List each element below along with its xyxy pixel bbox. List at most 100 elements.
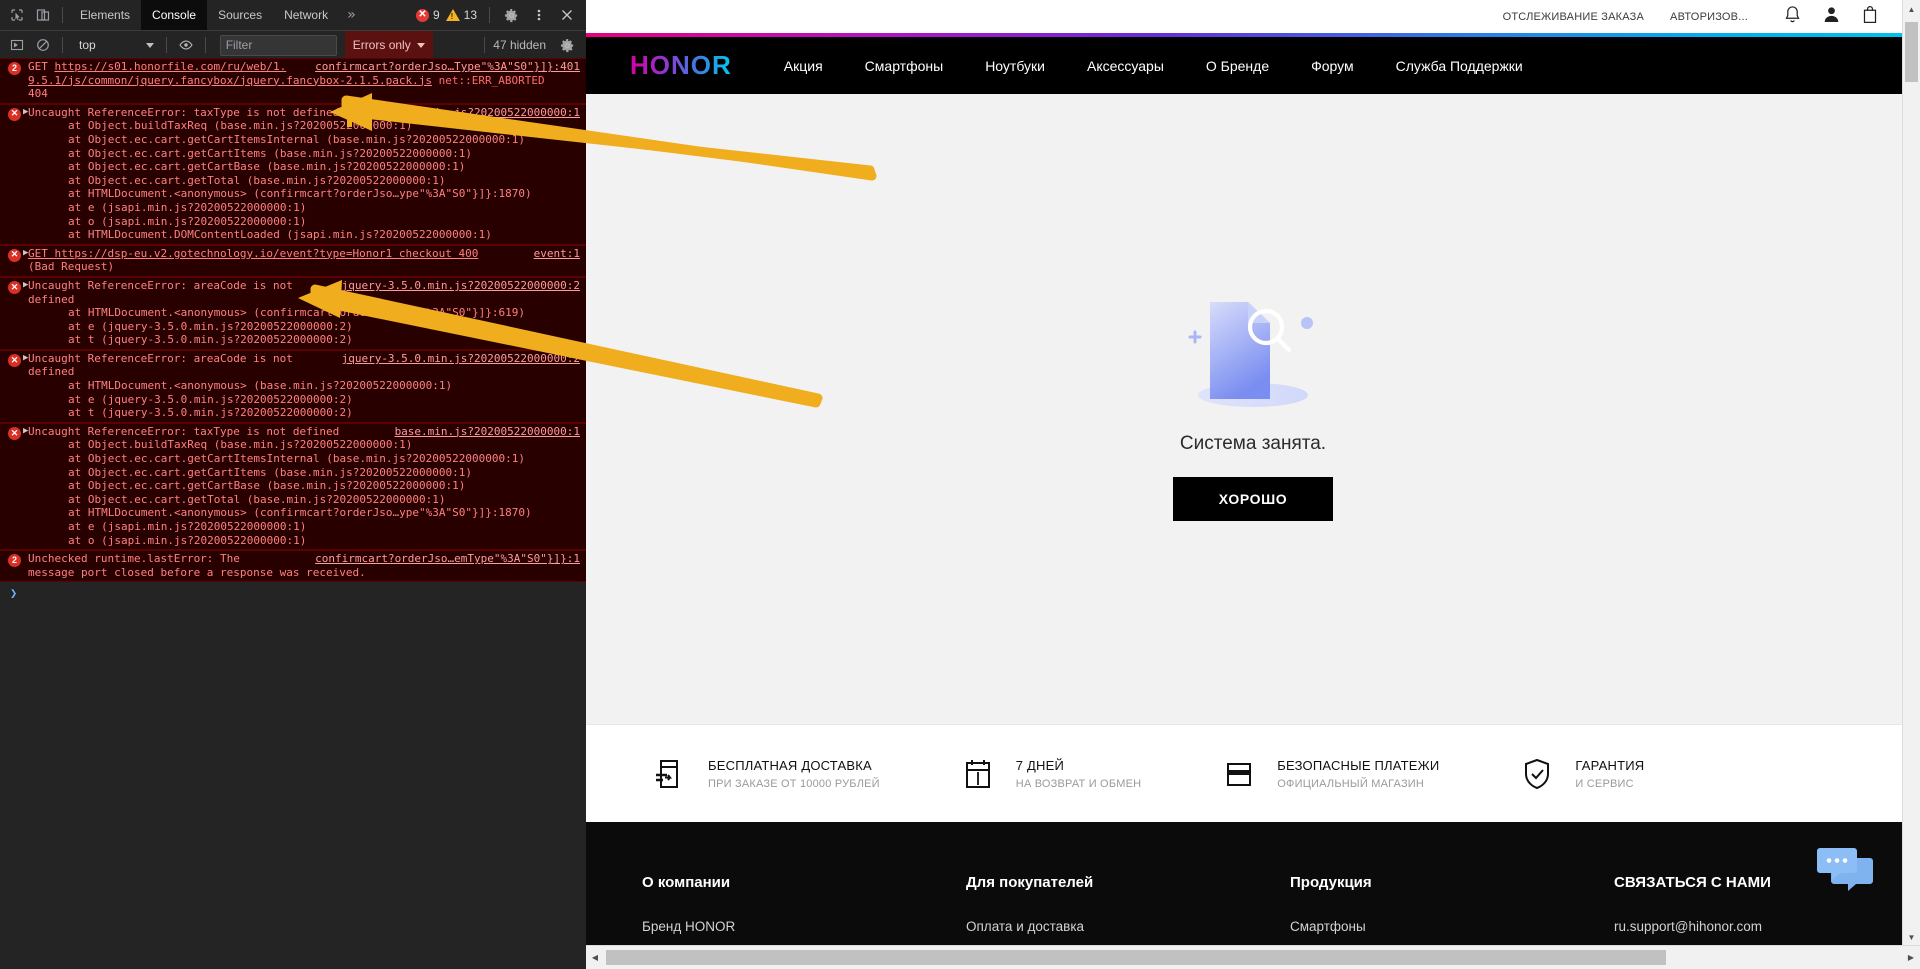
- filter-divider: [62, 37, 63, 53]
- live-expression-icon[interactable]: [173, 32, 199, 58]
- more-options-icon[interactable]: [526, 2, 552, 28]
- tab-network[interactable]: Network: [273, 0, 339, 30]
- device-toolbar-icon[interactable]: [30, 2, 56, 28]
- stack-frame[interactable]: at o (jsapi.min.js?20200522000000:1): [68, 215, 580, 229]
- console-message[interactable]: ✕ ▶ Uncaught ReferenceError: areaCode is…: [0, 276, 586, 350]
- console-message[interactable]: 2 Unchecked runtime.lastError: The confi…: [0, 550, 586, 583]
- console-message-url-cont[interactable]: 9.5.1/js/common/jquery.fancybox/jquery.f…: [28, 74, 432, 87]
- inspect-element-icon[interactable]: [4, 2, 30, 28]
- stack-frame[interactable]: at Object.ec.cart.getCartBase (base.min.…: [68, 160, 580, 174]
- order-tracking-link[interactable]: ОТСЛЕЖИВАНИЕ ЗАКАЗА: [1503, 11, 1644, 23]
- stack-frame[interactable]: at HTMLDocument.DOMContentLoaded (jsapi.…: [68, 228, 580, 242]
- tab-console[interactable]: Console: [141, 0, 208, 30]
- stack-frame[interactable]: at Object.ec.cart.getCartItems (base.min…: [68, 466, 580, 480]
- stack-frame[interactable]: at e (jquery-3.5.0.min.js?20200522000000…: [68, 320, 580, 334]
- tab-sources[interactable]: Sources: [207, 0, 273, 30]
- nav-item-smartphones[interactable]: Смартфоны: [865, 58, 944, 74]
- console-message[interactable]: ✕ ▶ Uncaught ReferenceError: areaCode is…: [0, 349, 586, 423]
- bag-icon[interactable]: [1862, 5, 1878, 29]
- error-icon: ✕: [8, 280, 21, 294]
- filter-divider-4: [484, 37, 486, 53]
- devtools-toolbar-right: ✕ 9 13: [415, 2, 586, 28]
- console-message[interactable]: ✕ ▶ Uncaught ReferenceError: taxType is …: [0, 422, 586, 551]
- expand-arrow-icon[interactable]: ▶: [23, 425, 28, 439]
- user-icon[interactable]: [1823, 5, 1840, 29]
- error-count-badge[interactable]: ✕ 9: [415, 8, 440, 22]
- console-context-selector[interactable]: top: [69, 38, 160, 52]
- stack-frame[interactable]: at Object.ec.cart.getCartBase (base.min.…: [68, 479, 580, 493]
- benefit-title: БЕЗОПАСНЫЕ ПЛАТЕЖИ: [1277, 757, 1440, 773]
- console-source-link[interactable]: jquery-3.5.0.min.js?20200522000000:2: [328, 352, 580, 366]
- gear-icon[interactable]: [498, 2, 524, 28]
- footer-link[interactable]: Бренд HONOR: [642, 919, 966, 934]
- expand-arrow-icon[interactable]: ▶: [23, 247, 28, 261]
- stack-frame[interactable]: at e (jquery-3.5.0.min.js?20200522000000…: [68, 393, 580, 407]
- console-settings-gear-icon[interactable]: [554, 32, 580, 58]
- stack-frame[interactable]: at HTMLDocument.<anonymous> (confirmcart…: [68, 306, 580, 320]
- console-prompt[interactable]: ❯: [0, 582, 586, 605]
- console-message-url[interactable]: https://s01.honorfile.com/ru/web/1.: [55, 60, 287, 73]
- footer-heading: Для покупателей: [966, 874, 1094, 891]
- clear-console-icon[interactable]: [30, 32, 56, 58]
- console-message[interactable]: ✕ ▶ Uncaught ReferenceError: taxType is …: [0, 103, 586, 245]
- console-log-area[interactable]: 2 GET https://s01.honorfile.com/ru/web/1…: [0, 58, 586, 969]
- ok-button[interactable]: ХОРОШО: [1173, 477, 1333, 521]
- stack-frame[interactable]: at Object.ec.cart.getCartItems (base.min…: [68, 147, 580, 161]
- nav-item-promo[interactable]: Акция: [784, 58, 823, 74]
- console-filter-input[interactable]: Filter: [219, 34, 337, 56]
- stack-frame[interactable]: at o (jsapi.min.js?20200522000000:1): [68, 534, 580, 548]
- console-source-link[interactable]: base.min.js?20200522000000:1: [381, 106, 580, 120]
- more-tabs-icon[interactable]: »: [339, 0, 363, 30]
- console-message[interactable]: 2 GET https://s01.honorfile.com/ru/web/1…: [0, 58, 586, 104]
- stack-frame[interactable]: at HTMLDocument.<anonymous> (confirmcart…: [68, 506, 580, 520]
- expand-arrow-icon[interactable]: ▶: [23, 352, 28, 366]
- stack-frame[interactable]: at t (jquery-3.5.0.min.js?20200522000000…: [68, 406, 580, 420]
- nav-item-forum[interactable]: Форум: [1311, 58, 1354, 74]
- console-source-link[interactable]: base.min.js?20200522000000:1: [381, 425, 580, 439]
- stack-frame[interactable]: at t (jquery-3.5.0.min.js?20200522000000…: [68, 333, 580, 347]
- console-source-link[interactable]: jquery-3.5.0.min.js?20200522000000:2: [328, 279, 580, 293]
- console-message-text: Uncaught ReferenceError: taxType is not …: [28, 105, 340, 119]
- stack-frame[interactable]: at Object.ec.cart.getCartItemsInternal (…: [68, 452, 580, 466]
- scroll-left-icon[interactable]: ◀: [586, 946, 604, 969]
- stack-frame[interactable]: at Object.ec.cart.getCartItemsInternal (…: [68, 133, 580, 147]
- stack-frame[interactable]: at e (jsapi.min.js?20200522000000:1): [68, 201, 580, 215]
- vertical-scroll-thumb[interactable]: [1905, 22, 1918, 82]
- nav-item-about-brand[interactable]: О Бренде: [1206, 58, 1269, 74]
- horizontal-scroll-thumb[interactable]: [606, 950, 1666, 965]
- footer-link[interactable]: Смартфоны: [1290, 919, 1614, 934]
- nav-item-accessories[interactable]: Аксессуары: [1087, 58, 1164, 74]
- console-source-link[interactable]: confirmcart?orderJso…emType"%3A"S0"}]}:1: [301, 552, 580, 566]
- support-email[interactable]: ru.support@hihonor.com: [1614, 919, 1794, 934]
- stack-frame[interactable]: at Object.buildTaxReq (base.min.js?20200…: [68, 438, 580, 452]
- console-level-selector[interactable]: Errors only: [344, 31, 433, 59]
- expand-arrow-icon[interactable]: ▶: [23, 279, 28, 293]
- execute-icon[interactable]: [4, 32, 30, 58]
- page-vertical-scrollbar[interactable]: ▲ ▼: [1902, 0, 1920, 946]
- stack-frame[interactable]: at HTMLDocument.<anonymous> (confirmcart…: [68, 187, 580, 201]
- console-message-text: Uncaught ReferenceError: areaCode is not: [28, 351, 293, 365]
- console-source-link[interactable]: event:1: [520, 247, 580, 261]
- console-source-link[interactable]: confirmcart?orderJso…Type"%3A"S0"}]}:401: [301, 60, 580, 74]
- stack-frame[interactable]: at Object.ec.cart.getTotal (base.min.js?…: [68, 493, 580, 507]
- close-icon[interactable]: [554, 2, 580, 28]
- expand-arrow-icon[interactable]: ▶: [23, 106, 28, 120]
- nav-item-laptops[interactable]: Ноутбуки: [985, 58, 1045, 74]
- auth-link[interactable]: АВТОРИЗОВ...: [1670, 11, 1748, 23]
- stack-frame[interactable]: at HTMLDocument.<anonymous> (base.min.js…: [68, 379, 580, 393]
- console-message[interactable]: ✕ ▶ GET https://dsp-eu.v2.gotechnology.i…: [0, 244, 586, 277]
- footer-link[interactable]: Оплата и доставка: [966, 919, 1290, 934]
- scroll-up-icon[interactable]: ▲: [1903, 0, 1920, 18]
- page-horizontal-scrollbar[interactable]: ◀ ▶: [586, 945, 1920, 969]
- chat-bubble-icon[interactable]: [1816, 846, 1874, 896]
- stack-frame[interactable]: at Object.buildTaxReq (base.min.js?20200…: [68, 119, 580, 133]
- warning-count-badge[interactable]: 13: [445, 8, 477, 22]
- scroll-down-icon[interactable]: ▼: [1903, 928, 1920, 946]
- stack-frame[interactable]: at e (jsapi.min.js?20200522000000:1): [68, 520, 580, 534]
- stack-frame[interactable]: at Object.ec.cart.getTotal (base.min.js?…: [68, 174, 580, 188]
- nav-item-support[interactable]: Служба Поддержки: [1396, 58, 1523, 74]
- bell-icon[interactable]: [1784, 5, 1801, 29]
- scroll-right-icon[interactable]: ▶: [1902, 946, 1920, 969]
- tab-elements[interactable]: Elements: [69, 0, 141, 30]
- honor-logo[interactable]: HONOR: [630, 50, 732, 81]
